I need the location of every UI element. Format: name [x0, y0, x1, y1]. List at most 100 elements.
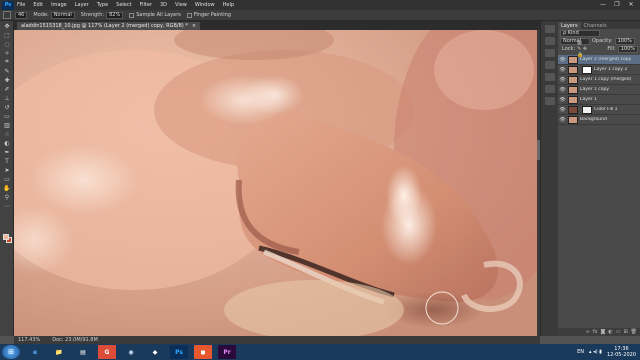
eye-icon[interactable]: 👁: [559, 87, 566, 93]
shape-tool-icon[interactable]: ▭: [2, 175, 12, 183]
eyedropper-tool-icon[interactable]: ✎: [2, 67, 12, 75]
eye-icon[interactable]: 👁: [559, 67, 566, 73]
layer-row[interactable]: 👁 Layer 1: [558, 95, 640, 105]
more-tools-icon[interactable]: ⋯: [2, 202, 12, 210]
menu-image[interactable]: Image: [51, 2, 67, 8]
layer-row[interactable]: 👁 Layer 1 copy (merged): [558, 75, 640, 85]
layer-row[interactable]: 👁 Layer 1 copy 2: [558, 65, 640, 75]
maximize-button[interactable]: ❐: [610, 0, 624, 9]
tab-layers[interactable]: Layers: [558, 22, 581, 29]
layer-name: Layer 1 copy (merged): [580, 77, 632, 82]
chrome-icon[interactable]: G: [98, 345, 116, 359]
sample-all-layers-checkbox[interactable]: [129, 12, 135, 18]
app-icon[interactable]: ◼: [194, 345, 212, 359]
foreground-color-swatch[interactable]: [3, 234, 9, 240]
close-button[interactable]: ✕: [624, 0, 638, 9]
layers-panel: Layers Channels ρ Kind Normal Opacity: 1…: [558, 21, 640, 336]
fx-icon[interactable]: fx: [593, 329, 598, 335]
start-button[interactable]: ⊞: [2, 345, 20, 359]
clock[interactable]: 17:36 12-05-2020: [607, 346, 636, 358]
photoshop-task-icon[interactable]: Ps: [170, 345, 188, 359]
zoom-level[interactable]: 117.43%: [18, 337, 40, 343]
eye-icon[interactable]: 👁: [559, 117, 566, 123]
stamp-tool-icon[interactable]: ⊥: [2, 94, 12, 102]
add-mask-icon[interactable]: ◙: [600, 329, 605, 335]
adjustments-panel-icon[interactable]: [545, 49, 555, 57]
delete-layer-icon[interactable]: 🗑: [631, 329, 637, 335]
fill-field[interactable]: 100%: [617, 45, 638, 53]
type-tool-icon[interactable]: T: [2, 157, 12, 165]
mode-select[interactable]: Normal: [50, 11, 75, 19]
menu-layer[interactable]: Layer: [75, 2, 89, 8]
adjustment-layer-icon[interactable]: ◐: [608, 329, 612, 335]
healing-tool-icon[interactable]: ✚: [2, 76, 12, 84]
menu-file[interactable]: File: [17, 2, 25, 8]
tab-channels[interactable]: Channels: [581, 22, 610, 29]
strength-field[interactable]: 82%: [106, 11, 124, 19]
brush-tool-icon[interactable]: ✐: [2, 85, 12, 93]
quick-select-tool-icon[interactable]: ✧: [2, 49, 12, 57]
eraser-tool-icon[interactable]: ▭: [2, 112, 12, 120]
eye-icon[interactable]: 👁: [559, 77, 566, 83]
opacity-field[interactable]: 100%: [614, 37, 635, 45]
smudge-tool-icon[interactable]: ☝: [2, 130, 12, 138]
menu-view[interactable]: View: [175, 2, 187, 8]
paragraph-panel-icon[interactable]: [545, 85, 555, 93]
menu-filter[interactable]: Filter: [140, 2, 152, 8]
menu-select[interactable]: Select: [116, 2, 131, 8]
window-controls: — ❐ ✕: [596, 0, 638, 10]
pen-tool-icon[interactable]: ✒: [2, 148, 12, 156]
history-brush-icon[interactable]: ↺: [2, 103, 12, 111]
crop-tool-icon[interactable]: ⌗: [2, 58, 12, 66]
group-icon[interactable]: ▭: [616, 329, 621, 335]
premiere-task-icon[interactable]: Pr: [218, 345, 236, 359]
new-layer-icon[interactable]: ⊞: [623, 329, 627, 335]
zoom-tool-icon[interactable]: ⚲: [2, 193, 12, 201]
layer-row[interactable]: 👁 Background: [558, 115, 640, 125]
language-indicator[interactable]: EN: [577, 349, 584, 355]
smudge-tool-icon[interactable]: [3, 11, 11, 19]
menu-edit[interactable]: Edit: [33, 2, 43, 8]
explorer-icon[interactable]: 📁: [50, 345, 68, 359]
gradient-tool-icon[interactable]: ▥: [2, 121, 12, 129]
hand-tool-icon[interactable]: ✋: [2, 184, 12, 192]
lock-icons[interactable]: ▦ ✎ ✥ 🔒: [577, 40, 587, 58]
layer-mask-thumbnail[interactable]: [582, 65, 592, 74]
menu-3d[interactable]: 3D: [160, 2, 167, 8]
character-panel-icon[interactable]: [545, 73, 555, 81]
layer-row[interactable]: 👁 Layer 1 copy: [558, 85, 640, 95]
marquee-tool-icon[interactable]: ⬚: [2, 31, 12, 39]
eye-icon[interactable]: 👁: [559, 97, 566, 103]
layer-mask-thumbnail[interactable]: [582, 105, 592, 114]
menu-type[interactable]: Type: [97, 2, 108, 8]
tray-icons[interactable]: ▴ ◂) ▮: [589, 349, 602, 355]
canvas[interactable]: [14, 30, 540, 336]
app-icon[interactable]: ◆: [146, 345, 164, 359]
status-bar: 117.43% Doc: 23.0M/91.8M: [14, 336, 540, 344]
layer-thumbnail: [568, 115, 578, 124]
lasso-tool-icon[interactable]: ◌: [2, 40, 12, 48]
menu-help[interactable]: Help: [223, 2, 234, 8]
history-panel-icon[interactable]: [545, 25, 555, 33]
brush-size-field[interactable]: 46: [15, 11, 28, 19]
ie-icon[interactable]: e: [26, 345, 44, 359]
app-icon[interactable]: ◉: [122, 345, 140, 359]
menu-window[interactable]: Window: [195, 2, 215, 8]
move-tool-icon[interactable]: ✥: [2, 22, 12, 30]
path-select-tool-icon[interactable]: ➤: [2, 166, 12, 174]
media-icon[interactable]: ▤: [74, 345, 92, 359]
document-tab[interactable]: aladdin1515318_10.jpg @ 117% (Layer 2 (m…: [17, 21, 201, 30]
dodge-tool-icon[interactable]: ◐: [2, 139, 12, 147]
minimize-button[interactable]: —: [596, 0, 610, 9]
layer-row[interactable]: 👁 Layer 2 (merged) copy: [558, 55, 640, 65]
brush-panel-icon[interactable]: [545, 61, 555, 69]
close-tab-icon[interactable]: ×: [192, 23, 196, 29]
link-layers-icon[interactable]: ∞: [586, 329, 590, 335]
eye-icon[interactable]: 👁: [559, 107, 566, 113]
finger-painting-checkbox[interactable]: [186, 12, 192, 18]
layer-row[interactable]: 👁 Color Fill 1: [558, 105, 640, 115]
swatches-panel-icon[interactable]: [545, 97, 555, 105]
properties-panel-icon[interactable]: [545, 37, 555, 45]
layer-filter-select[interactable]: ρ Kind: [560, 29, 600, 37]
eye-icon[interactable]: 👁: [559, 57, 566, 63]
